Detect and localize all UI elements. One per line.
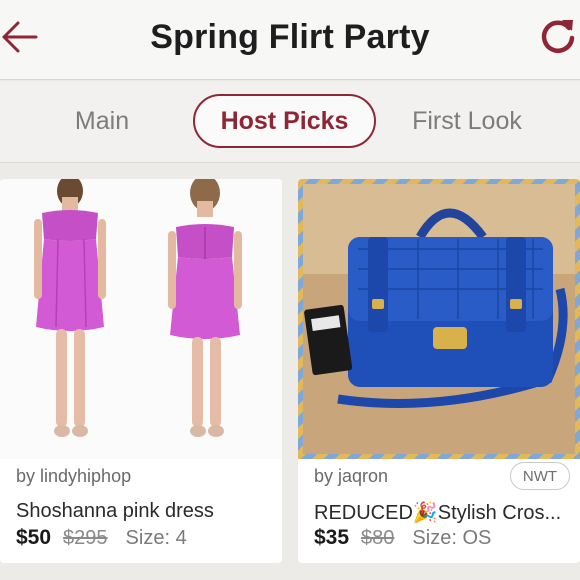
original-price: $295: [63, 527, 108, 549]
seller-name[interactable]: by jaqron: [314, 466, 388, 487]
price-row: $50 $295 Size: 4: [16, 526, 187, 554]
original-price: $80: [361, 527, 395, 549]
tab-first-look[interactable]: First Look: [392, 94, 542, 148]
refresh-button[interactable]: [536, 14, 580, 58]
price-row: $35 $80 Size: OS: [314, 526, 491, 554]
seller-name[interactable]: by lindyhiphop: [16, 466, 131, 487]
size-label: Size: OS: [412, 527, 492, 549]
listing-photo-bag[interactable]: [298, 179, 580, 459]
party-tabs: Main Host Picks First Look: [0, 81, 580, 163]
listing-title[interactable]: Shoshanna pink dress: [16, 500, 271, 523]
price: $35: [314, 526, 350, 549]
price: $50: [16, 526, 52, 549]
page-title: Spring Flirt Party: [150, 18, 430, 56]
nwt-badge: NWT: [510, 462, 570, 490]
listing-title[interactable]: REDUCED🎉Stylish Cros...: [314, 500, 566, 525]
size-label: Size: 4: [125, 527, 187, 549]
listing-photo-dress[interactable]: [0, 179, 282, 459]
refresh-icon: [541, 20, 575, 53]
tab-host-picks[interactable]: Host Picks: [193, 94, 376, 148]
header-bar: Spring Flirt Party: [0, 0, 580, 80]
tab-main[interactable]: Main: [40, 94, 164, 148]
